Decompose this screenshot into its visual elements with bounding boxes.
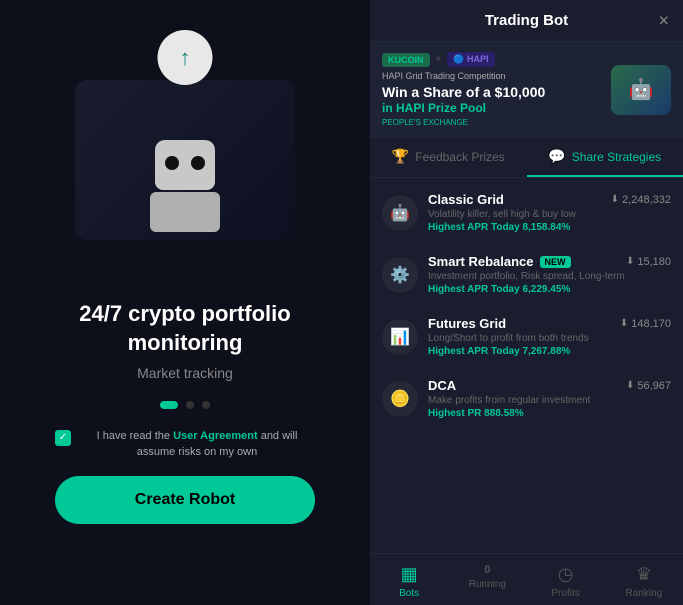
right-panel: Trading Bot × KUCOIN × 🔵 HAPI HAPI Grid …: [370, 0, 683, 605]
robot-eye-right: [191, 156, 205, 170]
bots-icon: ▦: [401, 564, 418, 585]
dca-apr: Highest PR 888.58%: [428, 408, 671, 419]
main-heading: 24/7 crypto portfolio monitoring: [30, 300, 340, 357]
running-badge: 0: [484, 564, 490, 576]
strategy-dca[interactable]: 🪙 DCA ⬇ 56,967 Make profits from regular…: [370, 368, 683, 430]
classic-grid-count: ⬇ 2,248,332: [611, 194, 671, 206]
dca-count: ⬇ 56,967: [626, 380, 671, 392]
dot-2: [186, 401, 194, 409]
banner-competition-text: HAPI Grid Trading Competition: [382, 71, 603, 81]
tab-share-strategies[interactable]: 💬 Share Strategies: [527, 138, 683, 177]
classic-grid-desc: Volatility killer, sell high & buy low: [428, 209, 671, 220]
smart-rebalance-name: Smart Rebalance NEW: [428, 254, 571, 269]
bottom-navigation: ▦ Bots 0 Running ◷ Profits ♛ Ranking: [370, 553, 683, 605]
modal-title: Trading Bot: [485, 12, 568, 29]
dca-name: DCA: [428, 378, 456, 393]
futures-grid-name: Futures Grid: [428, 316, 506, 331]
hapi-badge: 🔵 HAPI: [447, 52, 494, 67]
nav-ranking-label: Ranking: [626, 588, 663, 599]
smart-rebalance-apr: Highest APR Today 6,229.45%: [428, 284, 671, 295]
illustration: ↑: [45, 30, 325, 270]
new-badge: NEW: [540, 256, 571, 268]
futures-grid-apr: Highest APR Today 7,267.88%: [428, 346, 671, 357]
tab-feedback-label: Feedback Prizes: [415, 150, 504, 164]
strategy-futures-grid[interactable]: 📊 Futures Grid ⬇ 148,170 Long/Short to p…: [370, 306, 683, 368]
modal-header: Trading Bot ×: [370, 0, 683, 42]
banner-subtitle: in HAPI Prize Pool: [382, 101, 603, 115]
smart-rebalance-info: Smart Rebalance NEW ⬇ 15,180 Investment …: [428, 254, 671, 295]
futures-grid-count: ⬇ 148,170: [620, 318, 671, 330]
futures-grid-desc: Long/Short to profit from both trends: [428, 333, 671, 344]
classic-grid-apr: Highest APR Today 8,158.84%: [428, 222, 671, 233]
nav-running-label: Running: [469, 579, 506, 590]
dot-1: [160, 401, 178, 409]
dca-desc: Make profits from regular investment: [428, 395, 671, 406]
nav-bots-label: Bots: [399, 588, 419, 599]
profits-icon: ◷: [558, 564, 574, 585]
dot-3: [202, 401, 210, 409]
ranking-icon: ♛: [636, 564, 652, 585]
left-panel: ↑ 24/7 crypto portfolio monitoring Marke…: [0, 0, 370, 605]
tab-feedback[interactable]: 🏆 Feedback Prizes: [370, 138, 527, 177]
share-icon: 💬: [548, 148, 565, 165]
avatar-icon: ↑: [158, 30, 213, 85]
agreement-checkbox[interactable]: ✓: [55, 430, 71, 446]
nav-profits[interactable]: ◷ Profits: [527, 562, 605, 601]
robot-body: [150, 192, 220, 232]
futures-grid-icon: 📊: [382, 319, 418, 355]
agreement-text: I have read the User Agreement and will …: [79, 429, 315, 460]
tabs-bar: 🏆 Feedback Prizes 💬 Share Strategies: [370, 138, 683, 178]
classic-grid-icon: 🤖: [382, 195, 418, 231]
robot-eye-left: [165, 156, 179, 170]
nav-bots[interactable]: ▦ Bots: [370, 562, 448, 601]
nav-profits-label: Profits: [551, 588, 579, 599]
sub-heading: Market tracking: [30, 365, 340, 381]
banner-main-text: Win a Share of a $10,000: [382, 83, 603, 101]
create-robot-button[interactable]: Create Robot: [55, 476, 315, 524]
main-text-block: 24/7 crypto portfolio monitoring Market …: [30, 300, 340, 381]
strategy-smart-rebalance[interactable]: ⚙️ Smart Rebalance NEW ⬇ 15,180 Investme…: [370, 244, 683, 306]
agreement-section: ✓ I have read the User Agreement and wil…: [55, 429, 315, 460]
monitor-graphic: [75, 80, 295, 240]
user-agreement-link[interactable]: User Agreement: [173, 430, 258, 442]
feedback-icon: 🏆: [392, 148, 409, 165]
smart-rebalance-count: ⬇ 15,180: [626, 256, 671, 268]
banner-logos: KUCOIN × 🔵 HAPI: [382, 52, 603, 67]
nav-running[interactable]: 0 Running: [448, 562, 526, 601]
strategies-list: 🤖 Classic Grid ⬇ 2,248,332 Volatility ki…: [370, 178, 683, 553]
classic-grid-name: Classic Grid: [428, 192, 504, 207]
strategy-classic-grid[interactable]: 🤖 Classic Grid ⬇ 2,248,332 Volatility ki…: [370, 182, 683, 244]
close-button[interactable]: ×: [658, 10, 669, 31]
dca-info: DCA ⬇ 56,967 Make profits from regular i…: [428, 378, 671, 419]
banner-image: 🤖: [611, 65, 671, 115]
pagination-dots: [160, 401, 210, 409]
robot-graphic: [145, 140, 225, 230]
tab-share-label: Share Strategies: [572, 150, 661, 164]
cross-icon: ×: [436, 54, 442, 65]
futures-grid-info: Futures Grid ⬇ 148,170 Long/Short to pro…: [428, 316, 671, 357]
dca-icon: 🪙: [382, 381, 418, 417]
classic-grid-info: Classic Grid ⬇ 2,248,332 Volatility kill…: [428, 192, 671, 233]
banner-exchange-label: PEOPLE'S EXCHANGE: [382, 118, 603, 127]
smart-rebalance-icon: ⚙️: [382, 257, 418, 293]
nav-ranking[interactable]: ♛ Ranking: [605, 562, 683, 601]
promo-banner: KUCOIN × 🔵 HAPI HAPI Grid Trading Compet…: [370, 42, 683, 138]
kucoin-badge: KUCOIN: [382, 53, 430, 67]
smart-rebalance-desc: Investment portfolio, Risk spread, Long-…: [428, 271, 671, 282]
